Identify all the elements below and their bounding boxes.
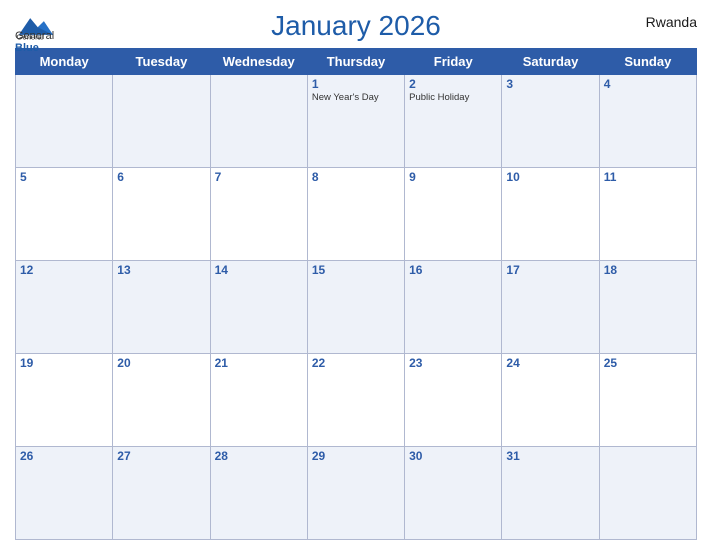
day-cell: 31 — [502, 447, 599, 540]
calendar-header: General General Blue January 2026 Rwanda — [15, 10, 697, 42]
day-number: 1 — [312, 77, 400, 91]
day-cell: 27 — [113, 447, 210, 540]
week-row-1: 1New Year's Day2Public Holiday34 — [16, 75, 697, 168]
day-number: 29 — [312, 449, 400, 463]
day-cell: 9 — [405, 168, 502, 261]
day-number: 31 — [506, 449, 594, 463]
day-number: 30 — [409, 449, 497, 463]
day-number: 4 — [604, 77, 692, 91]
day-cell: 6 — [113, 168, 210, 261]
logo: General General Blue — [15, 10, 54, 54]
day-cell — [16, 75, 113, 168]
day-cell: 3 — [502, 75, 599, 168]
calendar-container: General General Blue January 2026 Rwanda… — [0, 0, 712, 550]
day-number: 18 — [604, 263, 692, 277]
day-cell: 5 — [16, 168, 113, 261]
day-number: 10 — [506, 170, 594, 184]
week-row-3: 12 13 14 15 16 17 18 — [16, 261, 697, 354]
day-cell: 24 — [502, 354, 599, 447]
day-number: 15 — [312, 263, 400, 277]
day-number: 28 — [215, 449, 303, 463]
day-cell: 10 — [502, 168, 599, 261]
day-number: 26 — [20, 449, 108, 463]
day-number: 6 — [117, 170, 205, 184]
day-cell: 19 — [16, 354, 113, 447]
day-cell — [210, 75, 307, 168]
day-cell: 20 — [113, 354, 210, 447]
day-cell: 29 — [307, 447, 404, 540]
day-cell: 12 — [16, 261, 113, 354]
day-number: 16 — [409, 263, 497, 277]
day-number: 5 — [20, 170, 108, 184]
day-cell: 26 — [16, 447, 113, 540]
day-number: 13 — [117, 263, 205, 277]
day-number: 20 — [117, 356, 205, 370]
day-cell: 28 — [210, 447, 307, 540]
day-number: 24 — [506, 356, 594, 370]
day-number: 2 — [409, 77, 497, 91]
day-cell: 16 — [405, 261, 502, 354]
weekday-wednesday: Wednesday — [210, 49, 307, 75]
day-cell: 18 — [599, 261, 696, 354]
day-number: 19 — [20, 356, 108, 370]
weekday-friday: Friday — [405, 49, 502, 75]
week-row-2: 56789 10 11 — [16, 168, 697, 261]
day-number: 14 — [215, 263, 303, 277]
day-cell: 25 — [599, 354, 696, 447]
day-number: 27 — [117, 449, 205, 463]
day-cell: 15 — [307, 261, 404, 354]
logo-blue: Blue — [15, 42, 54, 54]
day-cell: 1New Year's Day — [307, 75, 404, 168]
weekday-thursday: Thursday — [307, 49, 404, 75]
day-number: 9 — [409, 170, 497, 184]
day-cell: 30 — [405, 447, 502, 540]
day-cell: 23 — [405, 354, 502, 447]
week-row-4: 19 20 21 22 23 24 25 — [16, 354, 697, 447]
day-number: 8 — [312, 170, 400, 184]
weekday-header-row: MondayTuesdayWednesdayThursdayFridaySatu… — [16, 49, 697, 75]
day-number: 23 — [409, 356, 497, 370]
day-number: 17 — [506, 263, 594, 277]
day-number: 12 — [20, 263, 108, 277]
day-number: 3 — [506, 77, 594, 91]
weekday-tuesday: Tuesday — [113, 49, 210, 75]
day-number: 22 — [312, 356, 400, 370]
calendar-title: January 2026 — [271, 10, 441, 42]
day-number: 25 — [604, 356, 692, 370]
day-cell — [113, 75, 210, 168]
day-cell: 17 — [502, 261, 599, 354]
logo-general: General — [15, 30, 54, 42]
calendar-table: MondayTuesdayWednesdayThursdayFridaySatu… — [15, 48, 697, 540]
week-row-5: 26 27 28 29 30 31 — [16, 447, 697, 540]
day-number: 11 — [604, 170, 692, 184]
day-cell: 14 — [210, 261, 307, 354]
day-event: New Year's Day — [312, 92, 400, 104]
day-cell: 13 — [113, 261, 210, 354]
country-label: Rwanda — [646, 14, 697, 30]
day-cell — [599, 447, 696, 540]
day-cell: 8 — [307, 168, 404, 261]
day-number: 7 — [215, 170, 303, 184]
day-number: 21 — [215, 356, 303, 370]
day-cell: 7 — [210, 168, 307, 261]
day-cell: 11 — [599, 168, 696, 261]
day-cell: 2Public Holiday — [405, 75, 502, 168]
day-event: Public Holiday — [409, 92, 497, 104]
weekday-sunday: Sunday — [599, 49, 696, 75]
day-cell: 22 — [307, 354, 404, 447]
day-cell: 4 — [599, 75, 696, 168]
weekday-saturday: Saturday — [502, 49, 599, 75]
day-cell: 21 — [210, 354, 307, 447]
